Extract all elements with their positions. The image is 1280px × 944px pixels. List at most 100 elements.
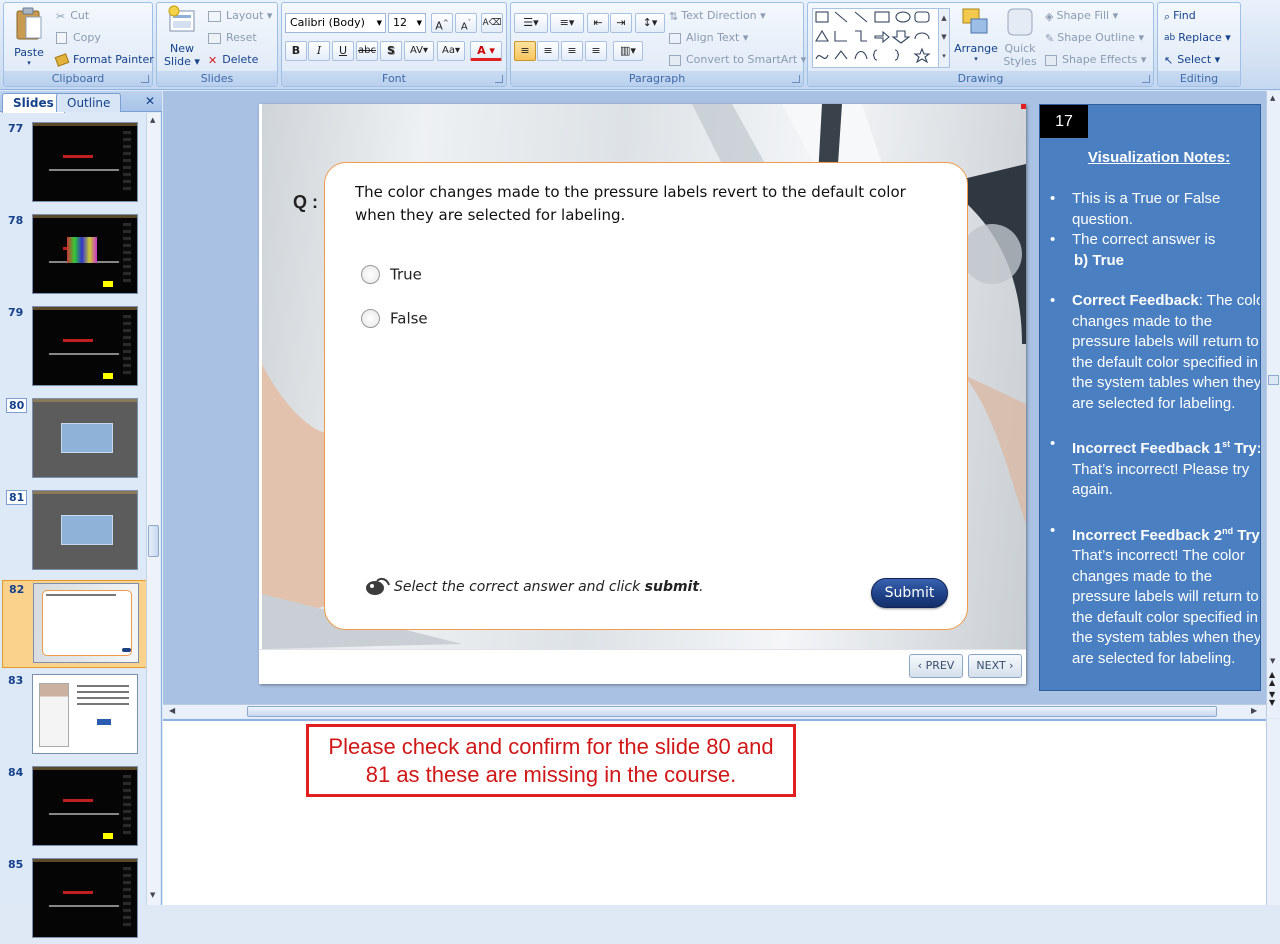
font-size-select[interactable]: 12 ▼ (388, 13, 426, 33)
notes-heading: Visualization Notes: (1087, 149, 1231, 166)
find-button[interactable]: ⌕ Find (1164, 6, 1196, 25)
prev-button[interactable]: ‹ PREV (909, 654, 963, 678)
editing-group: ⌕ Find ab Replace ▾ ↖ Select ▾ Editing (1157, 2, 1241, 87)
line-spacing-button[interactable]: ↕▾ (635, 13, 665, 33)
justify-button[interactable]: ≡ (585, 41, 607, 61)
strikethrough-button[interactable]: abc (356, 41, 378, 61)
font-color-button[interactable]: A ▾ (470, 41, 502, 61)
convert-smartart-button[interactable]: Convert to SmartArt ▾ (669, 50, 806, 69)
scroll-down-icon[interactable]: ▼ (150, 891, 155, 899)
increase-indent-button[interactable]: ⇥ (610, 13, 632, 33)
radio-button[interactable] (361, 309, 380, 328)
effects-icon (1045, 54, 1057, 66)
note-item: • The correct answer is b) True (1050, 231, 1216, 269)
slide-thumbnail[interactable]: 85 (2, 856, 147, 944)
clear-format-icon[interactable]: A⌫ (481, 13, 503, 33)
delete-button[interactable]: ✕ Delete (208, 50, 258, 69)
radio-button[interactable] (361, 265, 380, 284)
slide-thumbnail[interactable]: 78 (2, 212, 147, 300)
next-button[interactable]: NEXT › (968, 654, 1022, 678)
slide-thumbnail-image (32, 858, 138, 938)
slide-thumbnail[interactable]: 79 (2, 304, 147, 392)
align-right-button[interactable]: ≡ (561, 41, 583, 61)
align-text-icon (669, 32, 681, 44)
chevron-left-icon: ‹ (917, 659, 926, 672)
numbering-button[interactable]: ≡▾ (550, 13, 584, 33)
font-launcher-icon[interactable] (495, 75, 503, 83)
grow-font-button[interactable]: A^ (431, 13, 453, 33)
submit-button[interactable]: Submit (871, 578, 948, 608)
thumb-scrollbar[interactable]: ▲ ▼ (146, 113, 160, 905)
scroll-right-icon[interactable]: ▶ (1251, 706, 1257, 715)
binoculars-icon: ⌕ (1164, 9, 1171, 23)
shrink-font-button[interactable]: Aˇ (455, 13, 477, 33)
notes-scrollbar[interactable] (1266, 719, 1280, 905)
quick-styles-button[interactable]: Quick Styles ▾ (1000, 5, 1040, 81)
drawing-launcher-icon[interactable] (1142, 75, 1150, 83)
decrease-indent-button[interactable]: ⇤ (587, 13, 609, 33)
scroll-thumb[interactable] (148, 525, 159, 557)
instruction-suffix: . (699, 579, 704, 595)
v-scroll-thumb[interactable] (1268, 375, 1279, 385)
shape-fill-button[interactable]: ◈ Shape Fill ▾ (1045, 6, 1118, 25)
scroll-up-icon[interactable]: ▲ (1270, 94, 1275, 102)
slide-thumbnail-image (32, 766, 138, 846)
shapes-scroll[interactable]: ▲ ▼ ▾ (938, 8, 950, 68)
notes-pane[interactable]: Please check and confirm for the slide 8… (163, 719, 1267, 905)
underline-button[interactable]: U (332, 41, 354, 61)
shadow-button[interactable]: S (380, 41, 402, 61)
reset-button[interactable]: Reset (208, 28, 257, 47)
tab-outline[interactable]: Outline (56, 93, 122, 112)
next-slide-icon[interactable]: ▼ ▼ (1269, 691, 1275, 707)
paragraph-launcher-icon[interactable] (792, 75, 800, 83)
text-direction-button[interactable]: ⇅ Text Direction ▾ (669, 6, 766, 25)
arrange-button[interactable]: Arrange ▾ (953, 5, 999, 71)
select-button[interactable]: ↖ Select ▾ (1164, 50, 1220, 69)
layout-button[interactable]: Layout ▾ (208, 6, 272, 25)
slide-thumbnail[interactable]: 82 (2, 580, 147, 668)
italic-button[interactable]: I (308, 41, 330, 61)
copy-button[interactable]: Copy (56, 28, 101, 47)
columns-button[interactable]: ▥▾ (613, 41, 643, 61)
new-slide-button[interactable]: New Slide ▾ (161, 5, 203, 71)
quick-styles-label: Quick (1004, 42, 1036, 55)
cut-button[interactable]: ✂ Cut (56, 6, 89, 25)
scroll-up-icon[interactable]: ▲ (150, 116, 155, 124)
vertical-scrollbar[interactable]: ▲ ▼ ▲ ▲ ▼ ▼ (1266, 91, 1280, 718)
slide-canvas[interactable]: Q : The color changes made to the pressu… (259, 104, 1026, 684)
align-center-button[interactable]: ≡ (537, 41, 559, 61)
char-spacing-button[interactable]: AV▾ (404, 41, 434, 61)
prev-slide-icon[interactable]: ▲ ▲ (1269, 671, 1275, 687)
slide-thumbnail[interactable]: 80 (2, 396, 147, 484)
align-text-button[interactable]: Align Text ▾ (669, 28, 748, 47)
shape-outline-button[interactable]: ✎ Shape Outline ▾ (1045, 28, 1144, 47)
align-left-button[interactable]: ≡ (514, 41, 536, 61)
slide-thumbnail[interactable]: 77 (2, 120, 147, 208)
answer-option-false[interactable]: False (361, 309, 428, 331)
h-scroll-thumb[interactable] (247, 706, 1217, 717)
question-label: Q : (293, 192, 318, 212)
shape-effects-button[interactable]: Shape Effects ▾ (1045, 50, 1146, 69)
answer-option-true[interactable]: True (361, 265, 422, 287)
bullets-button[interactable]: ☰▾ (514, 13, 548, 33)
slide-thumbnail[interactable]: 81 (2, 488, 147, 576)
visualization-notes-panel[interactable]: 17 Visualization Notes: • This is a True … (1039, 104, 1261, 691)
scroll-left-icon[interactable]: ◀ (169, 706, 175, 715)
replace-button[interactable]: ab Replace ▾ (1164, 28, 1231, 47)
font-family-select[interactable]: Calibri (Body) ▼ (285, 13, 386, 33)
new-slide-label: New (170, 42, 194, 55)
scroll-down-icon[interactable]: ▼ (1270, 657, 1275, 665)
bold-button[interactable]: B (285, 41, 307, 61)
option-label: True (390, 265, 422, 284)
select-label: Select (1177, 53, 1212, 66)
format-painter-button[interactable]: Format Painter (54, 50, 154, 69)
slide-number: 83 (8, 674, 24, 687)
close-icon[interactable]: ✕ (145, 94, 155, 108)
shapes-gallery[interactable] (812, 8, 940, 68)
horizontal-scrollbar[interactable]: ◀ ▶ (163, 704, 1267, 718)
paste-button[interactable]: Paste ▾ (8, 5, 50, 69)
slide-thumbnail[interactable]: 84 (2, 764, 147, 852)
clipboard-launcher-icon[interactable] (141, 75, 149, 83)
change-case-button[interactable]: Aa▾ (437, 41, 465, 61)
slide-thumbnail[interactable]: 83 (2, 672, 147, 760)
